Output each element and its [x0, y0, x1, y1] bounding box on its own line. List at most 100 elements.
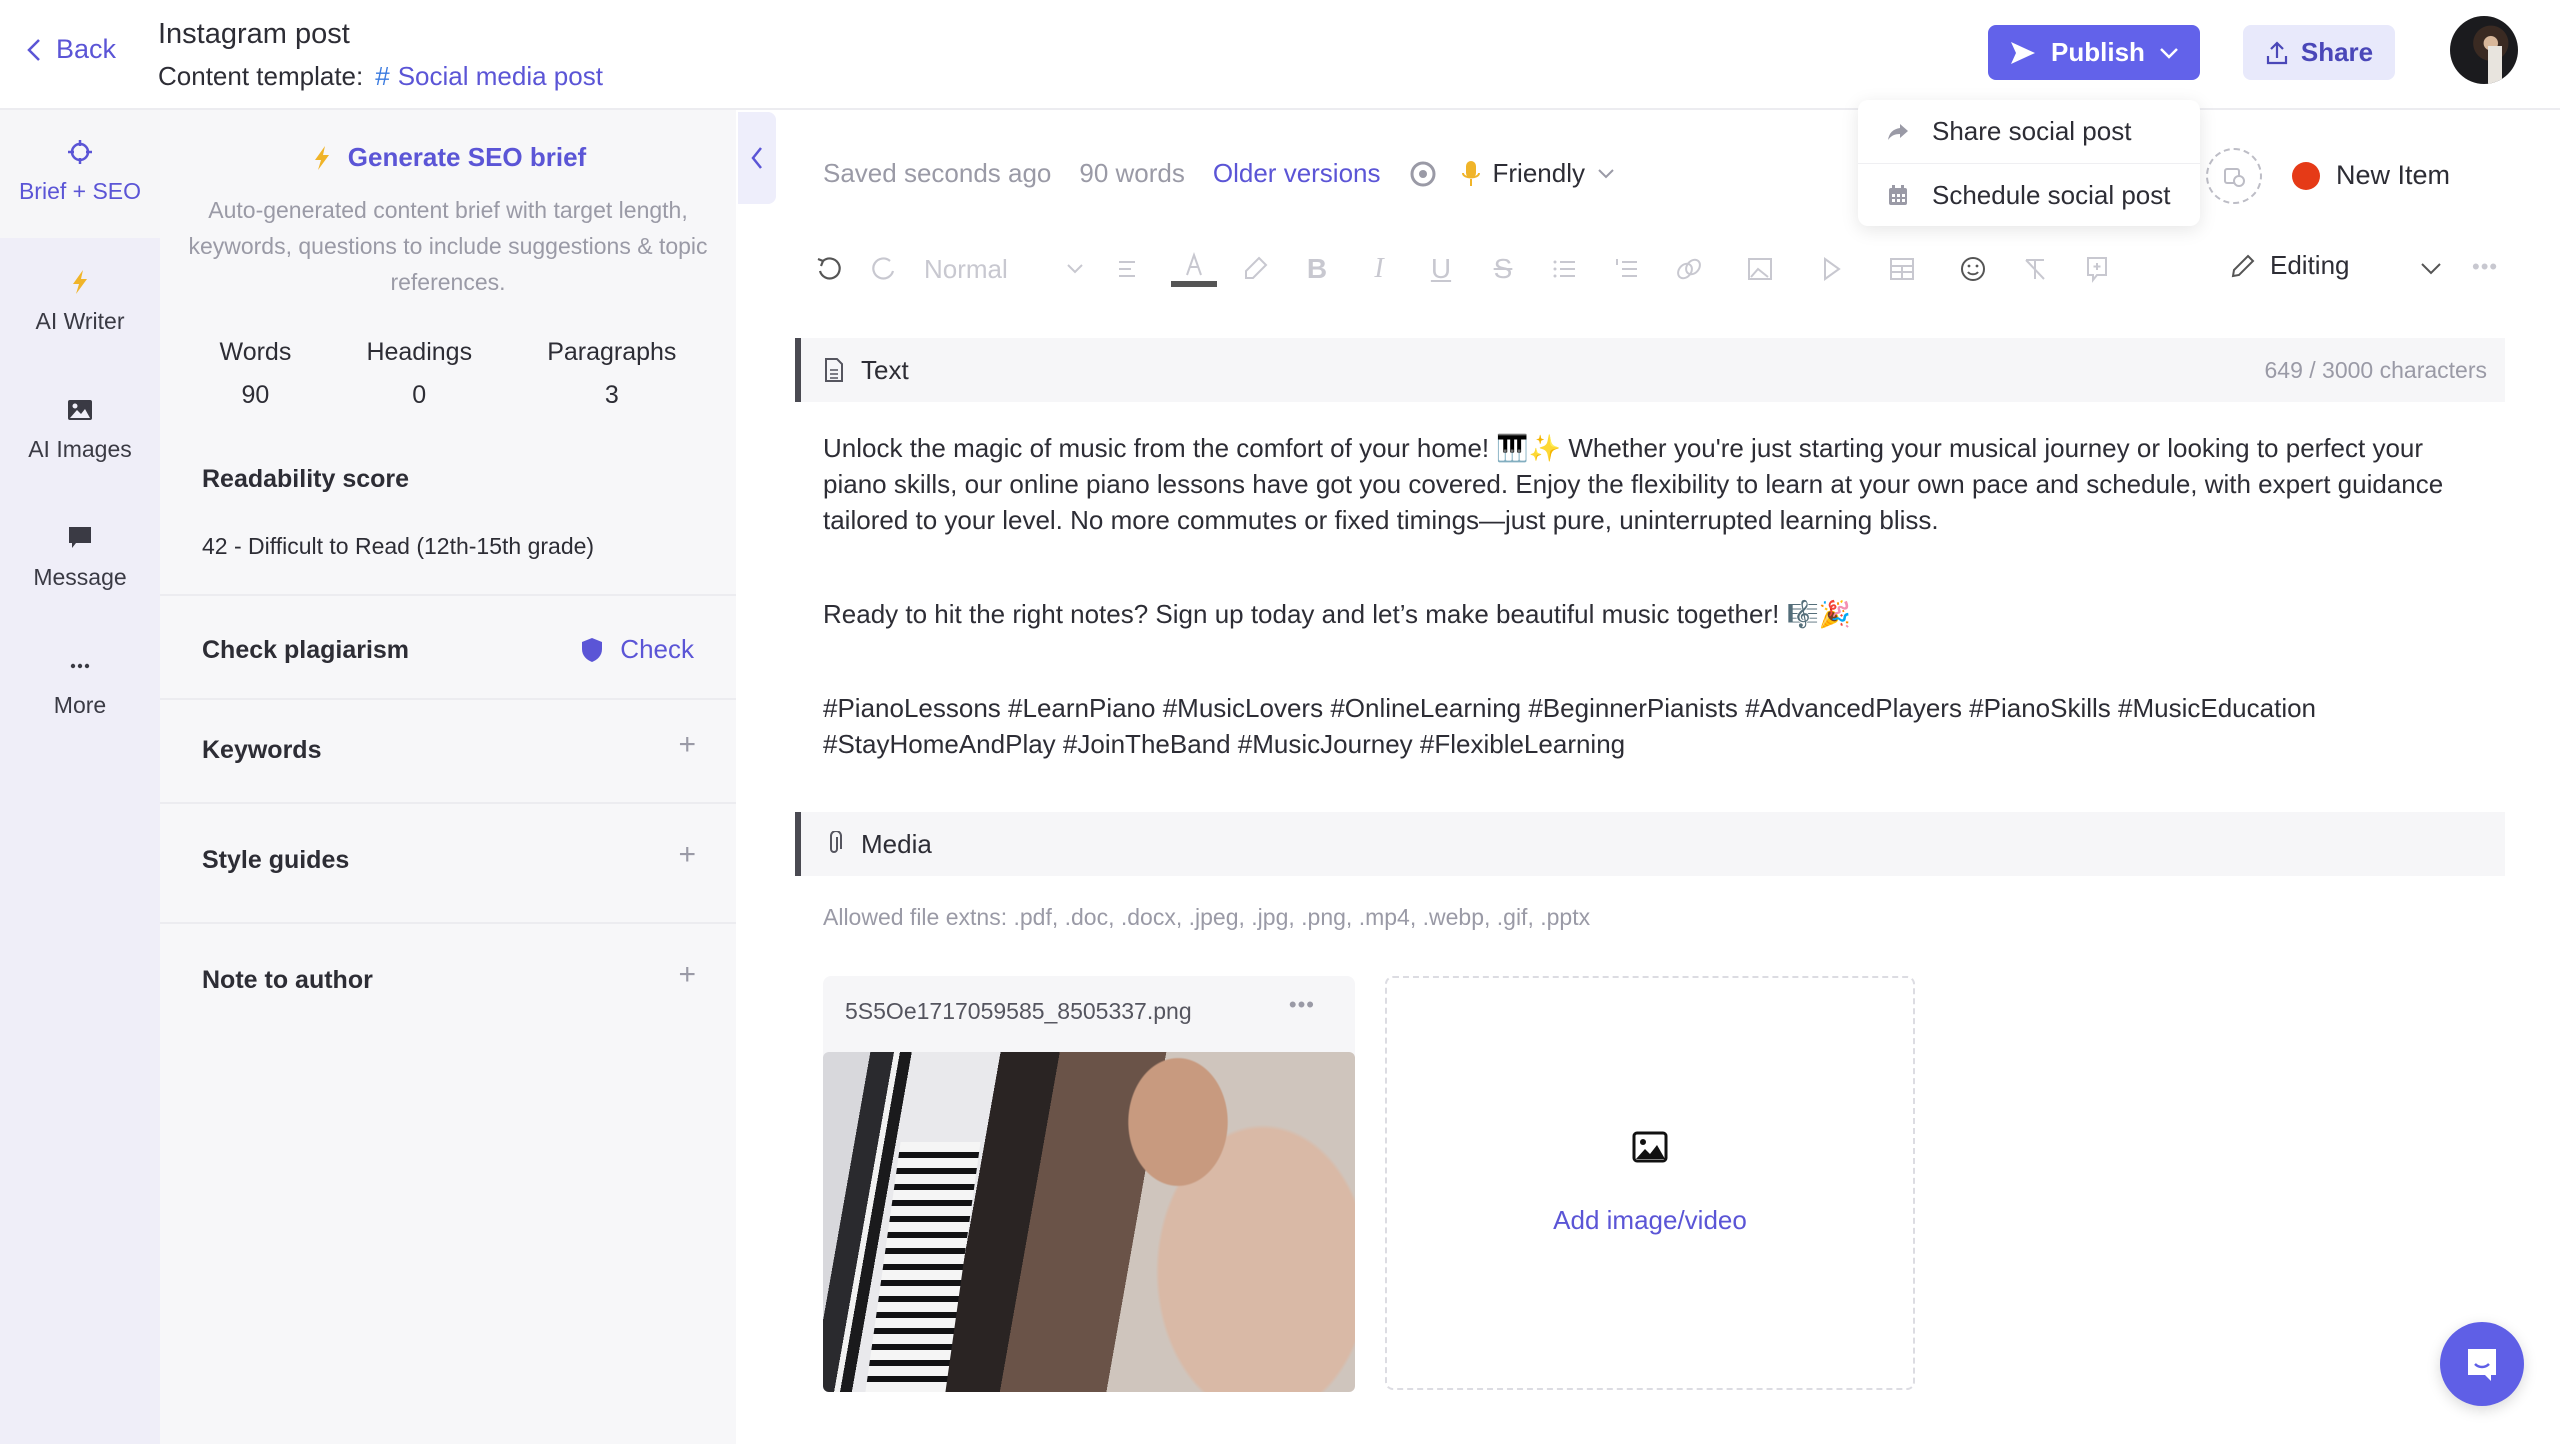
- highlight-button[interactable]: [1224, 249, 1286, 289]
- file-name: 5S5Oe1717059585_8505337.png: [845, 998, 1192, 1024]
- emoji-button[interactable]: [1942, 249, 2004, 289]
- emoji-icon: [1961, 257, 1985, 281]
- pencil-icon: [2231, 254, 2255, 277]
- tone-select[interactable]: Friendly: [1461, 158, 1615, 189]
- image-icon: [68, 400, 92, 420]
- font-color-icon: [1186, 251, 1202, 276]
- add-comment-button[interactable]: [2066, 249, 2128, 289]
- rail-item-brief-seo[interactable]: Brief + SEO: [0, 110, 160, 238]
- text-style-value: Normal: [924, 253, 1008, 284]
- status-new-item[interactable]: New Item: [2292, 160, 2450, 191]
- rail-item-label: AI Writer: [35, 308, 125, 334]
- readability-title: Readability score: [202, 465, 410, 493]
- post-hashtags: #PianoLessons #LearnPiano #MusicLovers #…: [823, 693, 2317, 759]
- post-text-editor[interactable]: Unlock the magic of music from the comfo…: [823, 430, 2483, 762]
- rail-item-ai-writer[interactable]: AI Writer: [0, 268, 160, 335]
- menu-item-schedule-social-post[interactable]: Schedule social post: [1858, 163, 2200, 226]
- rail-item-more[interactable]: More: [0, 652, 160, 719]
- hash-icon: #: [375, 61, 390, 91]
- keywords-section[interactable]: Keywords +: [160, 700, 736, 804]
- style-guides-section[interactable]: Style guides +: [160, 804, 736, 924]
- media-block-header: Media: [795, 812, 2505, 876]
- stat-words: Words 90: [220, 338, 292, 410]
- lightning-icon: [73, 270, 87, 294]
- add-keyword-icon[interactable]: +: [678, 728, 696, 762]
- support-chat-button[interactable]: [2440, 1322, 2524, 1406]
- insert-video-button[interactable]: [1800, 249, 1862, 289]
- clear-format-icon: [2025, 259, 2045, 280]
- add-note-icon[interactable]: +: [678, 958, 696, 992]
- eye-icon[interactable]: [1409, 160, 1437, 188]
- add-style-guide-icon[interactable]: +: [678, 838, 696, 872]
- post-paragraph: Ready to hit the right notes? Sign up to…: [823, 599, 1852, 629]
- publish-dropdown-menu: Share social post Schedule social post: [1858, 100, 2200, 226]
- schedule-date-button[interactable]: [2206, 148, 2262, 204]
- user-avatar[interactable]: [2450, 16, 2518, 84]
- content-stats: Words 90 Headings 0 Paragraphs 3: [160, 338, 736, 410]
- menu-item-share-social-post[interactable]: Share social post: [1858, 100, 2200, 163]
- stat-label: Words: [219, 338, 292, 366]
- check-label: Check: [620, 634, 694, 664]
- older-versions-link[interactable]: Older versions: [1213, 158, 1381, 189]
- rail-item-label: More: [53, 692, 107, 718]
- strikethrough-button[interactable]: S: [1472, 249, 1534, 289]
- italic-button[interactable]: I: [1348, 249, 1410, 289]
- editing-mode-label: Editing: [2270, 250, 2350, 280]
- chevron-down-icon[interactable]: [2420, 262, 2442, 276]
- add-image-video-dropzone[interactable]: Add image/video: [1385, 976, 1915, 1390]
- title-block: Instagram post Content template: # Socia…: [158, 18, 603, 92]
- collapse-panel-button[interactable]: [738, 112, 776, 204]
- stat-value: 0: [412, 381, 427, 409]
- note-to-author-title: Note to author: [202, 966, 373, 994]
- generate-seo-brief-button[interactable]: Generate SEO brief: [160, 142, 736, 173]
- align-select[interactable]: [1094, 249, 1164, 289]
- file-options-button[interactable]: •••: [1289, 992, 1315, 1018]
- note-to-author-section[interactable]: Note to author +: [160, 924, 736, 1028]
- back-label: Back: [56, 34, 117, 64]
- publish-button[interactable]: Publish: [1988, 25, 2200, 80]
- share-arrow-icon: [1888, 123, 1908, 140]
- style-guides-title: Style guides: [202, 846, 350, 874]
- underline-button[interactable]: U: [1410, 249, 1472, 289]
- editing-mode-select[interactable]: Editing: [2230, 250, 2350, 281]
- insert-image-button[interactable]: [1720, 249, 1800, 289]
- chat-smile-icon: [2468, 1349, 2496, 1381]
- rail-item-ai-images[interactable]: AI Images: [0, 396, 160, 463]
- undo-button[interactable]: [804, 249, 854, 289]
- plagiarism-section: Check plagiarism Check: [160, 596, 736, 700]
- bold-button[interactable]: B: [1286, 249, 1348, 289]
- template-link[interactable]: # Social media post: [375, 61, 603, 92]
- template-label: Content template:: [158, 61, 364, 91]
- media-file-card[interactable]: 5S5Oe1717059585_8505337.png •••: [823, 976, 1355, 1392]
- word-count: 90 words: [1079, 158, 1185, 188]
- toolbar-more-button[interactable]: •••: [2472, 254, 2498, 280]
- redo-button[interactable]: [854, 249, 914, 289]
- rail-item-message[interactable]: Message: [0, 524, 160, 591]
- keywords-title: Keywords: [202, 736, 322, 764]
- text-block-header: Text 649 / 3000 characters: [795, 338, 2505, 402]
- microphone-icon: [1461, 160, 1480, 186]
- character-count: 649 / 3000 characters: [2264, 356, 2487, 383]
- uploaded-image-thumbnail[interactable]: [823, 1052, 1355, 1392]
- link-button[interactable]: [1658, 249, 1720, 289]
- upload-icon: [2266, 40, 2287, 64]
- plagiarism-title: Check plagiarism: [202, 636, 410, 664]
- text-block-title: Text: [861, 354, 909, 385]
- allowed-file-types: Allowed file extns: .pdf, .doc, .docx, .…: [823, 904, 1591, 930]
- bullet-list-button[interactable]: [1534, 249, 1596, 289]
- stat-paragraphs: Paragraphs 3: [547, 338, 676, 410]
- numbered-list-button[interactable]: [1596, 249, 1658, 289]
- align-icon: [1119, 261, 1135, 277]
- media-block-title: Media: [861, 828, 932, 859]
- status-label: New Item: [2336, 160, 2451, 190]
- check-plagiarism-button[interactable]: Check: [580, 634, 694, 665]
- share-button[interactable]: Share: [2243, 25, 2395, 80]
- back-button[interactable]: Back: [24, 34, 116, 65]
- insert-table-button[interactable]: [1862, 249, 1942, 289]
- font-color-button[interactable]: [1164, 249, 1224, 289]
- document-icon: [825, 358, 843, 382]
- clear-format-button[interactable]: [2004, 249, 2066, 289]
- tone-label: Friendly: [1492, 158, 1585, 188]
- text-style-select[interactable]: Normal: [914, 249, 1094, 289]
- calendar-clock-icon: [2224, 168, 2245, 187]
